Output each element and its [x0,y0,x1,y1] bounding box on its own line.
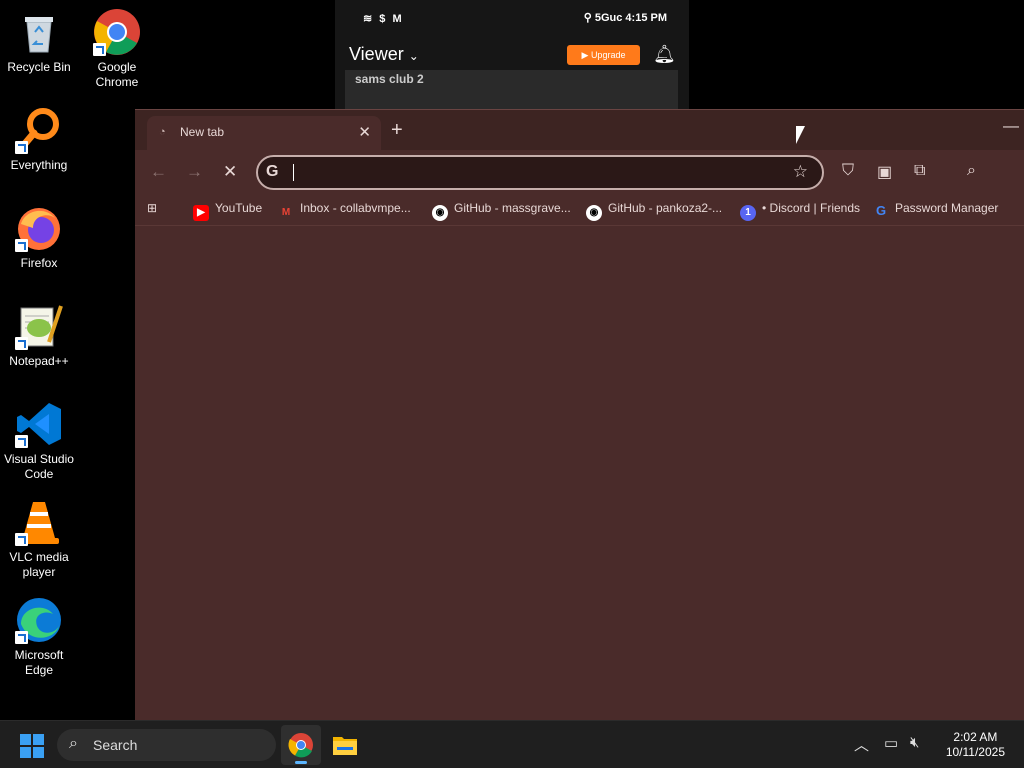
edge-icon [15,596,63,644]
desktop-icon-label: VLC media player [9,550,69,579]
phone-mirror-window[interactable]: ≋ $ M ⚲ 5Guc 4:15 PM Viewer ⌄ ▶ Upgrade … [335,0,689,110]
chevron-up-icon[interactable]: ︿ [854,734,869,755]
github-icon: ◉ [586,205,602,221]
desktop-icon-label: Recycle Bin [7,60,71,74]
shield-extension-icon[interactable]: ⛉ [842,162,854,180]
page-content-area[interactable] [135,227,1024,722]
text-caret [293,164,294,181]
github-icon: ◉ [432,205,448,221]
back-icon[interactable]: ← [150,162,167,182]
viewer-dropdown[interactable]: Viewer ⌄ [349,44,419,65]
chrome-window[interactable]: ◔ New tab ✕ + — ← → ✕ G ☆ ⛉ ▣ ⧉ ⌕ ⊞ ▶ You… [135,109,1024,721]
youtube-icon: ▶ [193,205,209,221]
search-icon: ⌕ [69,735,78,752]
active-indicator [295,761,307,764]
stop-loading-icon[interactable]: ✕ [223,162,237,182]
tab-search-icon[interactable]: ⌕ [967,162,976,180]
bell-icon[interactable]: 🔔︎ [653,44,676,65]
bookmark-youtube[interactable]: ▶ YouTube [193,201,262,221]
shortcut-arrow-icon [15,435,28,448]
shortcut-arrow-icon [15,239,28,252]
desktop-icon-label: Everything [10,158,68,172]
loading-spinner-icon: ◔ [159,126,166,138]
windows-start-icon[interactable] [20,734,44,758]
notepadpp-icon [15,302,63,350]
shortcut-arrow-icon [15,533,28,546]
desktop-icon-recycle-bin[interactable]: Recycle Bin [0,8,78,75]
everything-search-icon [15,106,63,154]
bookmark-star-icon[interactable]: ☆ [793,162,808,182]
bookmarks-bar: ⊞ ▶ YouTube M Inbox - collabvmpe... ◉ GitHu… [135,194,1024,226]
folder-icon [333,737,357,755]
desktop-icon-firefox[interactable]: Firefox [0,204,78,271]
phone-content-card[interactable]: sams club 2 [345,70,678,110]
google-g-icon: G [266,163,279,180]
taskbar-search-box[interactable]: ⌕ Search [57,729,276,761]
bookmark-gmail-inbox[interactable]: M Inbox - collabvmpe... [278,201,411,221]
clock[interactable]: 2:02 AM 10/11/2025 [946,730,1005,760]
browser-toolbar: ← → ✕ G ☆ ⛉ ▣ ⧉ ⌕ [135,150,1024,194]
chrome-icon [288,733,313,758]
date-text: 10/11/2025 [945,745,1005,759]
desktop-icon-everything[interactable]: Everything [0,106,78,173]
vlc-icon [15,498,63,546]
volume-muted-icon[interactable]: 🔇︎ [910,734,919,751]
close-tab-icon[interactable]: ✕ [358,123,371,141]
desktop-icon-label: Microsoft Edge [14,648,64,677]
chrome-icon [93,8,141,56]
upgrade-button[interactable]: ▶ Upgrade [567,45,640,65]
google-icon: G [875,203,887,218]
address-bar[interactable]: G ☆ [256,155,824,190]
taskbar-chrome[interactable] [281,725,321,765]
puzzle-extensions-icon[interactable]: ⧉ [914,162,925,180]
desktop-icon-vlc[interactable]: VLC media player [0,498,78,580]
bookmark-github-massgrave[interactable]: ◉ GitHub - massgrave... [432,201,571,221]
address-input[interactable] [296,161,776,185]
shortcut-arrow-icon [15,631,28,644]
firefox-icon [15,204,63,252]
chevron-down-icon: ⌄ [408,49,419,63]
phone-status-right: ⚲ 5Guc 4:15 PM [583,12,667,24]
location-pin-icon: ⚲ [583,12,595,24]
network-icon[interactable]: ▭ [884,734,898,752]
desktop-icon-google-chrome[interactable]: Google Chrome [78,8,156,90]
shortcut-arrow-icon [93,43,106,56]
taskbar-file-explorer[interactable] [325,725,365,765]
bookmark-github-pankoza2[interactable]: ◉ GitHub - pankoza2-... [586,201,722,221]
desktop-screen: Recycle Bin Google Chrome Everything Fir… [0,0,1024,768]
taskbar: ⌕ Search ︿ ▭ 🔇︎ 2:02 AM 10/11/2025 [0,720,1024,768]
desktop-icon-label: Google Chrome [95,60,139,89]
gmail-icon: M [281,207,291,218]
desktop-icon-notepadpp[interactable]: Notepad++ [0,302,78,369]
bookmark-discord-friends[interactable]: 1 • Discord | Friends [740,201,860,221]
phone-status-left: ≋ $ M [363,13,404,25]
forward-icon[interactable]: → [186,162,203,182]
desktop-icon-edge[interactable]: Microsoft Edge [0,596,78,678]
discord-icon: 1 [740,205,756,221]
extension-app-icon[interactable]: ▣ [877,162,892,182]
vscode-icon [15,400,63,448]
wifi-icon: ≋ [363,13,380,25]
minimize-button[interactable]: — [1003,118,1019,136]
tab-new-tab[interactable]: ◔ New tab ✕ [147,116,381,150]
desktop-icon-label: Visual Studio Code [4,452,74,481]
tab-title: New tab [180,125,225,139]
search-label: Search [93,737,138,753]
new-tab-button[interactable]: + [391,119,403,142]
mouse-cursor-icon [796,126,805,144]
tab-strip: ◔ New tab ✕ + — [135,110,1024,150]
desktop-icon-label: Firefox [20,256,58,270]
recycle-bin-icon [15,8,63,56]
desktop-icon-label: Notepad++ [9,354,69,368]
apps-grid-icon[interactable]: ⊞ [147,201,157,215]
card-title: sams club 2 [355,72,424,86]
phone-status-bar: ≋ $ M ⚲ 5Guc 4:15 PM [335,0,689,36]
bookmark-password-manager[interactable]: G Password Manager [873,201,998,219]
shortcut-arrow-icon [15,337,28,350]
time-text: 2:02 AM [953,730,998,744]
shortcut-arrow-icon [15,141,28,154]
desktop-icon-vscode[interactable]: Visual Studio Code [0,400,78,482]
